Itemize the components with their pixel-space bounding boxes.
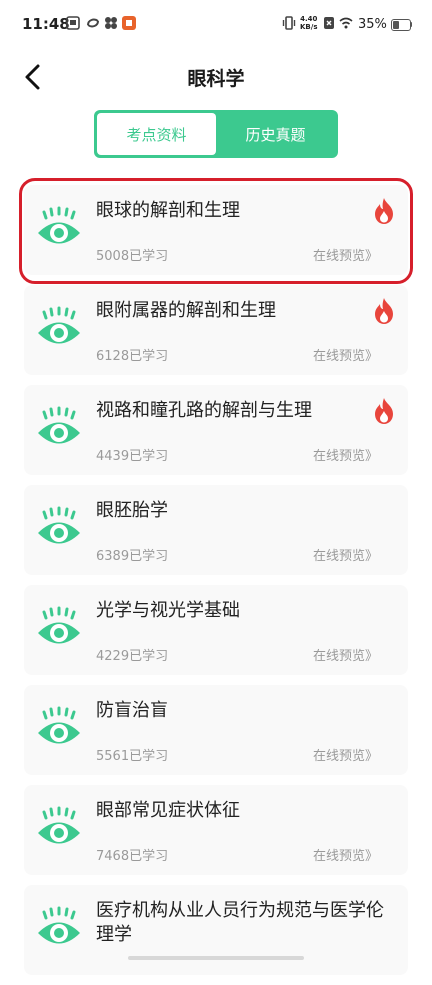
- course-card[interactable]: 视路和瞳孔路的解剖与生理 4439已学习 在线预览》: [24, 385, 408, 475]
- course-title: 眼球的解剖和生理: [96, 200, 240, 221]
- battery-cap: [410, 22, 412, 27]
- hot-flame-icon: [375, 198, 393, 224]
- eye-icon: [38, 506, 80, 544]
- tab-exam-points[interactable]: 考点资料: [97, 113, 216, 155]
- battery-icon: [391, 19, 411, 31]
- learn-count: 4439已学习: [96, 449, 169, 464]
- tab-past-exams[interactable]: 历史真题: [216, 113, 335, 155]
- vibrate-icon: [282, 16, 296, 30]
- eye-icon: [38, 806, 80, 844]
- eye-icon: [38, 206, 80, 244]
- course-title: 眼附属器的解剖和生理: [96, 300, 276, 321]
- course-card[interactable]: 医疗机构从业人员行为规范与医学伦理学: [24, 885, 408, 975]
- online-preview-link[interactable]: 在线预览》: [313, 845, 378, 864]
- hot-flame-icon: [375, 398, 393, 424]
- course-title: 眼胚胎学: [96, 500, 168, 521]
- learn-count: 5008已学习: [96, 249, 169, 264]
- hot-flame-icon: [375, 298, 393, 324]
- online-preview-link[interactable]: 在线预览》: [313, 745, 378, 764]
- eye-icon: [38, 606, 80, 644]
- eye-icon: [38, 306, 80, 344]
- home-indicator[interactable]: [128, 956, 304, 960]
- course-title: 光学与视光学基础: [96, 600, 240, 621]
- online-preview-link[interactable]: 在线预览》: [313, 445, 378, 464]
- app-notification-icon: [66, 16, 80, 30]
- course-title: 视路和瞳孔路的解剖与生理: [96, 400, 312, 421]
- course-card[interactable]: 防盲治盲 5561已学习 在线预览》: [24, 685, 408, 775]
- learn-count: 6389已学习: [96, 549, 169, 564]
- battery-percent: 35%: [358, 17, 387, 32]
- course-card[interactable]: 眼附属器的解剖和生理 6128已学习 在线预览》: [24, 285, 408, 375]
- online-preview-link[interactable]: 在线预览》: [313, 345, 378, 364]
- status-bar: 11:48 4.40 KB/s 35%: [0, 0, 432, 50]
- app-badge-icon: [122, 16, 136, 30]
- eye-icon: [38, 906, 80, 944]
- apps-icon: [105, 17, 117, 29]
- page-title: 眼科学: [187, 68, 245, 90]
- learn-count: 4229已学习: [96, 649, 169, 664]
- course-card[interactable]: 眼部常见症状体征 7468已学习 在线预览》: [24, 785, 408, 875]
- wifi-icon: [339, 17, 353, 29]
- status-time: 11:48: [22, 15, 70, 33]
- learn-count: 5561已学习: [96, 749, 169, 764]
- sync-icon: [87, 18, 99, 28]
- course-title: 眼部常见症状体征: [96, 800, 240, 821]
- course-title: 医疗机构从业人员行为规范与医学伦理学: [96, 900, 384, 945]
- eye-icon: [38, 706, 80, 744]
- network-speed: 4.40 KB/s: [300, 15, 318, 31]
- sim-off-icon: [324, 17, 334, 29]
- learn-count: 7468已学习: [96, 849, 169, 864]
- course-card[interactable]: 眼球的解剖和生理 5008已学习 在线预览》: [24, 185, 408, 275]
- course-list: 眼球的解剖和生理 5008已学习 在线预览》 眼附属器的解剖和生理 6128已学习 在线…: [24, 185, 408, 985]
- online-preview-link[interactable]: 在线预览》: [313, 645, 378, 664]
- online-preview-link[interactable]: 在线预览》: [313, 545, 378, 564]
- eye-icon: [38, 406, 80, 444]
- tab-bar: 考点资料 历史真题: [94, 110, 338, 158]
- learn-count: 6128已学习: [96, 349, 169, 364]
- course-card[interactable]: 光学与视光学基础 4229已学习 在线预览》: [24, 585, 408, 675]
- course-title: 防盲治盲: [96, 700, 168, 721]
- course-card[interactable]: 眼胚胎学 6389已学习 在线预览》: [24, 485, 408, 575]
- online-preview-link[interactable]: 在线预览》: [313, 245, 378, 264]
